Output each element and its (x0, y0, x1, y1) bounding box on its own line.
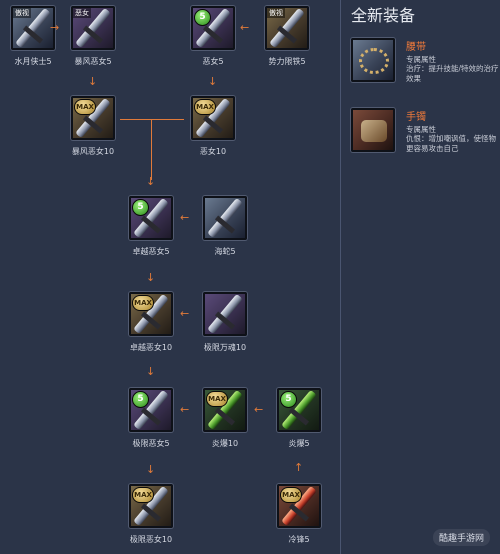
connector-line (151, 120, 152, 180)
panel-title: 全新装备 (351, 6, 416, 25)
sword-icon: 傲视 (11, 6, 55, 50)
item-node[interactable]: MAX 极限恶女10 (118, 484, 184, 545)
arrow-down-icon: ↓ (146, 175, 156, 188)
item-label: 冷锋5 (288, 535, 310, 544)
item-description: 仇恨：增加嘲讽值，使怪物更容易攻击自己 (406, 134, 496, 153)
item-node[interactable]: MAX 炎爆10 (192, 388, 258, 449)
arrow-up-icon: ↑ (294, 461, 304, 474)
arrow-left-icon: ← (254, 403, 264, 416)
equipment-item[interactable]: 手镯 专属属性 仇恨：增加嘲讽值，使怪物更容易攻击自己 (351, 108, 497, 158)
new-equipment-panel: 全新装备 腰带 专属属性 治疗：提升技能/特效的治疗效果 手镯 专属属性 仇恨：… (341, 0, 500, 554)
arrow-down-icon: ↓ (208, 75, 218, 88)
necklace-icon (351, 38, 395, 82)
item-node[interactable]: 恶女 暴风恶女5 (60, 6, 126, 67)
connector-line (120, 119, 184, 120)
sword-icon: 恶女 (71, 6, 115, 50)
item-node[interactable]: MAX 恶女10 (180, 96, 246, 157)
arrow-left-icon: ← (180, 307, 190, 320)
item-label: 极限恶女10 (129, 535, 173, 544)
item-label: 炎爆10 (211, 439, 239, 448)
item-node[interactable]: 5 炎爆5 (266, 388, 332, 449)
item-label: 炎爆5 (288, 439, 310, 448)
arrow-right-icon: → (50, 21, 60, 34)
sword-icon: MAX (129, 292, 173, 336)
sword-icon: MAX (71, 96, 115, 140)
bracelet-icon (351, 108, 395, 152)
item-node[interactable]: 5 极限恶女5 (118, 388, 184, 449)
arrow-left-icon: ← (180, 403, 190, 416)
sword-icon: 5 (129, 388, 173, 432)
item-node[interactable]: 5 恶女5 (180, 6, 246, 67)
sword-icon: 傲视 (265, 6, 309, 50)
item-node[interactable]: MAX 卓越恶女10 (118, 292, 184, 353)
item-node[interactable]: 5 卓越恶女5 (118, 196, 184, 257)
watermark-logo: 酷趣手游网 (432, 529, 490, 546)
item-label: 极限万魂10 (203, 343, 247, 352)
item-node[interactable]: 海蛇5 (192, 196, 258, 257)
item-label: 恶女5 (202, 57, 224, 66)
sword-icon: MAX (129, 484, 173, 528)
sword-icon: MAX (191, 96, 235, 140)
sword-icon: 5 (191, 6, 235, 50)
item-label: 卓越恶女5 (132, 247, 170, 256)
item-label: 水月侠士5 (14, 57, 52, 66)
item-label: 势力限铁5 (268, 57, 306, 66)
item-label: 恶女10 (199, 147, 227, 156)
arrow-down-icon: ↓ (146, 365, 156, 378)
sword-icon (203, 196, 247, 240)
item-name: 手镯 (406, 112, 426, 123)
arrow-down-icon: ↓ (88, 75, 98, 88)
arrow-left-icon: ← (240, 21, 250, 34)
item-node[interactable]: 傲视 势力限铁5 (254, 6, 320, 67)
sword-icon: 5 (277, 388, 321, 432)
equipment-item[interactable]: 腰带 专属属性 治疗：提升技能/特效的治疗效果 (351, 38, 499, 88)
arrow-down-icon: ↓ (146, 271, 156, 284)
item-label: 暴风恶女10 (71, 147, 115, 156)
item-node[interactable]: 极限万魂10 (192, 292, 258, 353)
arrow-down-icon: ↓ (146, 463, 156, 476)
item-label: 极限恶女5 (132, 439, 170, 448)
item-name: 腰带 (406, 42, 426, 53)
item-label: 海蛇5 (214, 247, 236, 256)
item-node[interactable]: MAX 冷锋5 (266, 484, 332, 545)
arrow-left-icon: ← (180, 211, 190, 224)
item-node[interactable]: MAX 暴风恶女10 (60, 96, 126, 157)
gun-icon (203, 292, 247, 336)
sword-icon: MAX (203, 388, 247, 432)
item-description: 治疗：提升技能/特效的治疗效果 (406, 64, 499, 83)
sword-icon: 5 (129, 196, 173, 240)
item-node[interactable]: 傲视 水月侠士5 (0, 6, 66, 67)
upgrade-tree: 傲视 水月侠士5 → 恶女 暴风恶女5 5 恶女5 ← 傲视 势力限铁5 ↓ ↓… (0, 0, 340, 554)
sword-icon: MAX (277, 484, 321, 528)
item-label: 暴风恶女5 (74, 57, 112, 66)
item-label: 卓越恶女10 (129, 343, 173, 352)
